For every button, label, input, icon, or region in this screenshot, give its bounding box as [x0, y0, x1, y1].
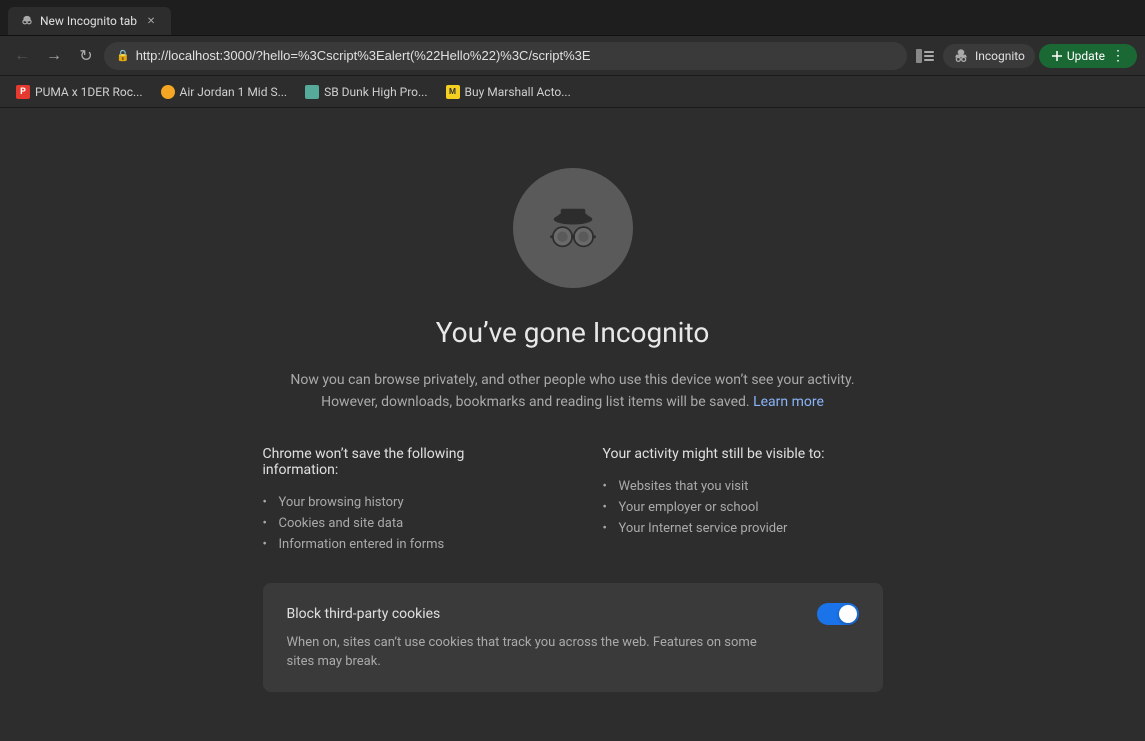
jordan-favicon: [161, 85, 175, 99]
toggle-knob: [839, 605, 857, 623]
main-content: You’ve gone Incognito Now you can browse…: [0, 108, 1145, 741]
cookie-block-description: When on, sites can’t use cookies that tr…: [287, 633, 787, 672]
bookmark-marshall[interactable]: M Buy Marshall Acto...: [438, 80, 579, 104]
list-item: Your browsing history: [263, 492, 543, 513]
update-button[interactable]: Update ⋮: [1039, 44, 1137, 68]
cookie-block-header: Block third-party cookies: [287, 603, 859, 625]
tab-label: New Incognito tab: [40, 14, 137, 28]
tab-incognito-icon: [20, 13, 34, 30]
more-icon[interactable]: ⋮: [1111, 48, 1125, 64]
bookmark-jordan[interactable]: Air Jordan 1 Mid S...: [153, 80, 296, 104]
bookmark-jordan-label: Air Jordan 1 Mid S...: [180, 85, 288, 99]
incognito-button[interactable]: Incognito: [943, 44, 1035, 68]
list-item: Your Internet service provider: [603, 518, 883, 539]
marshall-favicon: M: [446, 85, 460, 99]
list-item: Websites that you visit: [603, 476, 883, 497]
not-saved-title: Chrome won’t save the following informat…: [263, 446, 543, 478]
learn-more-link[interactable]: Learn more: [753, 394, 824, 410]
info-columns: Chrome won’t save the following informat…: [263, 446, 883, 555]
sb-favicon: [305, 85, 319, 99]
active-tab[interactable]: New Incognito tab ✕: [8, 7, 171, 35]
update-label: Update: [1067, 49, 1105, 63]
bookmark-sb-label: SB Dunk High Pro...: [324, 85, 427, 99]
reload-button[interactable]: ↻: [72, 42, 100, 70]
still-visible-column: Your activity might still be visible to:…: [603, 446, 883, 555]
forward-button[interactable]: →: [40, 42, 68, 70]
bookmarks-bar: P PUMA x 1DER Roc... Air Jordan 1 Mid S.…: [0, 76, 1145, 108]
incognito-label: Incognito: [975, 49, 1025, 63]
sidebar-button[interactable]: [911, 42, 939, 70]
back-button[interactable]: ←: [8, 42, 36, 70]
incognito-icon-circle: [513, 168, 633, 288]
still-visible-list: Websites that you visit Your employer or…: [603, 476, 883, 539]
lock-icon: 🔒: [116, 49, 130, 62]
cookie-block-title: Block third-party cookies: [287, 606, 441, 622]
tab-close-button[interactable]: ✕: [143, 13, 159, 29]
page-description: Now you can browse privately, and other …: [283, 369, 863, 414]
page-title: You’ve gone Incognito: [436, 316, 710, 349]
list-item: Cookies and site data: [263, 513, 543, 534]
tab-bar: New Incognito tab ✕: [0, 0, 1145, 36]
address-input[interactable]: [136, 48, 895, 63]
not-saved-list: Your browsing history Cookies and site d…: [263, 492, 543, 555]
toolbar-right: Incognito Update ⋮: [911, 42, 1137, 70]
cookie-toggle[interactable]: [817, 603, 859, 625]
incognito-illustration: [538, 193, 608, 263]
puma-favicon: P: [16, 85, 30, 99]
bookmark-marshall-label: Buy Marshall Acto...: [465, 85, 571, 99]
bookmark-puma-label: PUMA x 1DER Roc...: [35, 85, 143, 99]
toolbar: ← → ↻ 🔒 Incognito: [0, 36, 1145, 76]
cookie-block: Block third-party cookies When on, sites…: [263, 583, 883, 692]
bookmark-puma[interactable]: P PUMA x 1DER Roc...: [8, 80, 151, 104]
bookmark-sb[interactable]: SB Dunk High Pro...: [297, 80, 435, 104]
address-bar-container[interactable]: 🔒: [104, 42, 907, 70]
still-visible-title: Your activity might still be visible to:: [603, 446, 883, 462]
list-item: Your employer or school: [603, 497, 883, 518]
not-saved-column: Chrome won’t save the following informat…: [263, 446, 543, 555]
list-item: Information entered in forms: [263, 534, 543, 555]
